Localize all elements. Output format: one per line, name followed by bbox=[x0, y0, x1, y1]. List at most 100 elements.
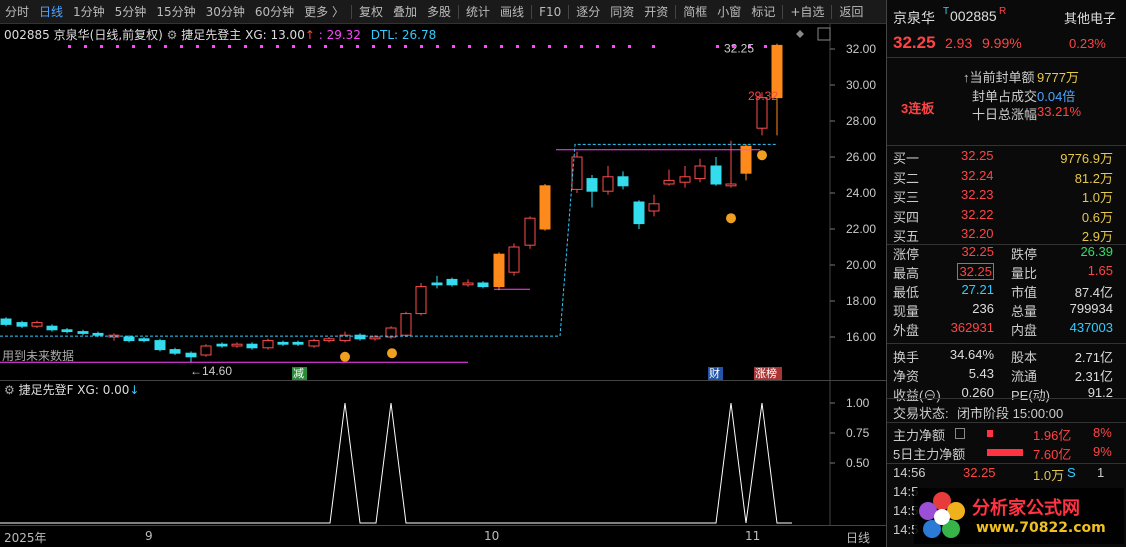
kline-chart[interactable]: 32.00 30.00 28.00 26.00 24.00 22.00 20.00 18.00… bbox=[0, 24, 886, 380]
sector-pct: 0.23% bbox=[1069, 36, 1106, 51]
price-tick-label: 26.00 bbox=[846, 150, 876, 164]
chart-diamond-icon bbox=[796, 30, 804, 38]
sub-tick-label: 1.00 bbox=[846, 396, 870, 410]
stat-label: 量比 bbox=[1011, 266, 1038, 281]
bid-row: 买二 32.24 81.2万 bbox=[887, 168, 1126, 187]
toolbar-item[interactable]: 5分钟 bbox=[110, 0, 152, 24]
stat-row: 收益(⊖) 0.260 PE(动) 91.2 bbox=[887, 385, 1126, 404]
stat-value: 5.43 bbox=[968, 366, 994, 381]
signal-dot bbox=[404, 45, 407, 48]
watermark-url: www.70822.com bbox=[976, 520, 1106, 536]
xg-value: XG: 13.00 bbox=[245, 28, 305, 42]
five-day-pct: 9% bbox=[1093, 444, 1112, 459]
signal-dot bbox=[148, 45, 151, 48]
toolbar-item[interactable]: 15分钟 bbox=[151, 0, 200, 24]
main-flow-value: 1.96亿 bbox=[1033, 428, 1072, 443]
toolbar-item[interactable]: 1分钟 bbox=[68, 0, 110, 24]
toolbar-item[interactable]: +自选 bbox=[785, 0, 829, 24]
candle-body bbox=[462, 282, 474, 286]
money-bag-icon bbox=[726, 213, 736, 224]
indicator-gear-icon[interactable]: ⚙ bbox=[167, 28, 178, 42]
toolbar-item[interactable]: 分时 bbox=[0, 0, 34, 24]
signal-dot bbox=[564, 45, 567, 48]
indicator-subchart[interactable]: 1.00 0.75 0.50 bbox=[0, 380, 886, 526]
r-mark: R bbox=[999, 6, 1007, 17]
last-price: 32.25 bbox=[893, 33, 936, 52]
signal-dot bbox=[652, 45, 655, 48]
stat-label: 收益(⊖) bbox=[893, 388, 941, 403]
candle-body bbox=[277, 341, 289, 345]
candle-body bbox=[725, 183, 737, 187]
bid-row: 买一 32.25 9776.9万 bbox=[887, 148, 1126, 167]
signal-dot bbox=[484, 45, 487, 48]
stat-row: 涨停 32.25 跌停 26.39 bbox=[887, 244, 1126, 263]
sub-tick-label: 0.50 bbox=[846, 456, 870, 470]
flower-logo-icon bbox=[919, 492, 965, 538]
main-flow-pct: 8% bbox=[1093, 425, 1112, 440]
sub-gear-icon[interactable]: ⚙ bbox=[4, 383, 15, 397]
stat-value: 2.31亿 bbox=[1074, 369, 1113, 384]
signal-dot bbox=[228, 45, 231, 48]
period-toolbar: 分时 日线 1分钟 5分钟 15分钟 30分钟 60分钟 更多 〉复权 叠加 多股 统计 画线 F10 逐… bbox=[0, 0, 886, 24]
candle-body bbox=[679, 176, 691, 183]
toolbar-item[interactable]: 更多 〉 bbox=[299, 0, 349, 24]
status-label: 交易状态: bbox=[893, 406, 949, 421]
toolbar-divider bbox=[831, 4, 833, 19]
toolbar-item[interactable]: 返回 bbox=[834, 0, 868, 24]
candle-body bbox=[292, 341, 304, 345]
candle-body bbox=[31, 322, 43, 327]
candle-body bbox=[539, 185, 551, 230]
signal-dot bbox=[372, 45, 375, 48]
toolbar-item[interactable]: 简框 bbox=[678, 0, 712, 24]
ten-day-value: 33.21% bbox=[1037, 104, 1082, 119]
sub-indicator-header: ⚙ 捷足先登F XG: 0.00↓ bbox=[4, 381, 139, 398]
signal-dot bbox=[100, 45, 103, 48]
toolbar-item[interactable]: F10 bbox=[534, 0, 566, 24]
t-mark: T bbox=[943, 6, 950, 17]
signal-dot bbox=[548, 45, 551, 48]
sub-indicator-name[interactable]: 捷足先登F XG: 0.00 bbox=[19, 383, 130, 397]
period-label[interactable]: 日线 bbox=[846, 529, 870, 546]
signal-dot bbox=[628, 45, 631, 48]
toolbar-item[interactable]: 多股 bbox=[422, 0, 456, 24]
stock-name-label: 京泉华(日线,前复权) bbox=[53, 28, 163, 42]
stat-row: 最高 32.25 量比 1.65 bbox=[887, 263, 1126, 282]
toolbar-item[interactable]: 日线 bbox=[34, 0, 68, 24]
dtl-value: DTL: 26.78 bbox=[370, 28, 437, 42]
sector-name[interactable]: 其他电子 bbox=[1064, 8, 1116, 27]
candle-body bbox=[246, 343, 258, 349]
toolbar-item[interactable]: 小窗 bbox=[712, 0, 746, 24]
toolbar-item[interactable]: 统计 bbox=[461, 0, 495, 24]
toolbar-item[interactable]: 复权 bbox=[354, 0, 388, 24]
toolbar-divider bbox=[458, 4, 460, 19]
toolbar-item[interactable]: 画线 bbox=[495, 0, 529, 24]
candle-body bbox=[369, 336, 381, 340]
candle-body bbox=[200, 345, 212, 356]
toolbar-item[interactable]: 同资 bbox=[605, 0, 639, 24]
toolbar-item[interactable]: 开资 bbox=[639, 0, 673, 24]
stat-label: 最高 bbox=[893, 266, 920, 281]
toolbar-item[interactable]: 30分钟 bbox=[201, 0, 250, 24]
price-tick-label: 30.00 bbox=[846, 78, 876, 92]
stat-label: PE(动) bbox=[1011, 388, 1051, 403]
stat-value: 236 bbox=[972, 301, 994, 316]
five-day-value: 7.60亿 bbox=[1033, 447, 1072, 462]
main-flow-doc-icon[interactable] bbox=[955, 428, 965, 439]
toolbar-item[interactable]: 60分钟 bbox=[250, 0, 299, 24]
toolbar-item[interactable]: 逐分 bbox=[571, 0, 605, 24]
signal-dot bbox=[356, 45, 359, 48]
toolbar-item[interactable]: 叠加 bbox=[388, 0, 422, 24]
candle-body bbox=[586, 178, 598, 192]
stat-row: 换手 34.64% 股本 2.71亿 bbox=[887, 347, 1126, 366]
stat-value: 32.25 bbox=[957, 263, 994, 280]
main-flow-label: 主力净额 bbox=[893, 428, 946, 443]
signal-dot bbox=[308, 45, 311, 48]
stat-row: 净资 5.43 流通 2.31亿 bbox=[887, 366, 1126, 385]
chart-header: 002885 京泉华(日线,前复权) ⚙ 捷足先登主 XG: 13.00↑ : … bbox=[4, 26, 436, 43]
signal-dot bbox=[164, 45, 167, 48]
money-bag-icon bbox=[757, 150, 767, 161]
signal-line bbox=[0, 402, 792, 524]
toolbar-item[interactable]: 标记 bbox=[746, 0, 780, 24]
indicator-name[interactable]: 捷足先登主 bbox=[181, 28, 241, 42]
status-value: 闭市阶段 15:00:00 bbox=[957, 406, 1064, 421]
